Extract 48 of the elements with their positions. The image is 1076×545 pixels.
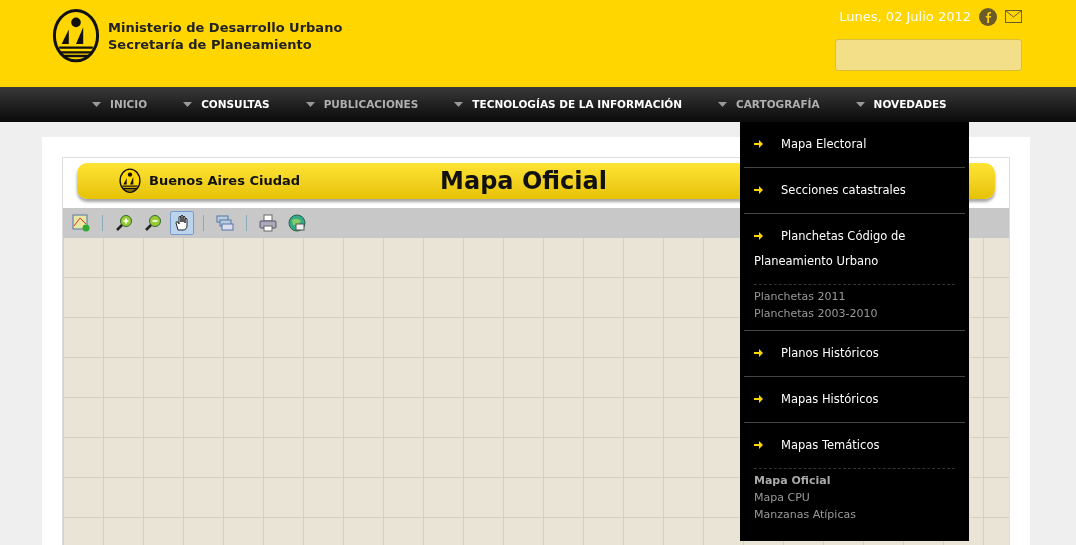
nav-link[interactable]: NOVEDADES xyxy=(855,96,947,113)
caret-icon xyxy=(305,102,315,107)
menu-item[interactable]: Mapas Temáticos xyxy=(744,423,965,468)
map-tool-button[interactable] xyxy=(285,211,309,235)
ministry-title: Ministerio de Desarrollo Urbano xyxy=(108,18,343,36)
zoom-out-icon xyxy=(144,214,162,232)
menu-item[interactable]: Planchetas Código de Planeamiento Urbano xyxy=(744,214,965,284)
menu-item[interactable]: Mapa Electoral xyxy=(744,122,965,167)
printer-icon xyxy=(259,214,277,232)
nav-link[interactable]: INICIO xyxy=(92,96,148,113)
facebook-icon[interactable] xyxy=(979,7,997,26)
date-text: Lunes, 02 Julio 2012 xyxy=(839,8,971,26)
menu-item[interactable]: Mapas Históricos xyxy=(744,377,965,422)
caret-icon xyxy=(92,102,101,107)
city-seal-logo xyxy=(52,8,100,64)
globe-icon xyxy=(288,214,306,232)
nav-link[interactable]: PUBLICACIONES xyxy=(305,96,419,113)
stacked-windows-icon xyxy=(216,214,234,232)
caret-icon xyxy=(454,102,464,107)
arrow-icon xyxy=(754,139,763,148)
hand-icon xyxy=(173,214,191,232)
city-seal-icon xyxy=(119,168,141,194)
nav-link[interactable]: CARTOGRAFÍA xyxy=(718,96,820,113)
submenu-link[interactable]: Mapa CPU xyxy=(754,489,955,506)
submenu-link[interactable]: Mapa Oficial xyxy=(754,472,955,489)
submenu-link[interactable]: Manzanas Atípicas xyxy=(754,506,955,523)
ministry-title: Secretaría de Planeamiento xyxy=(108,35,313,53)
arrow-icon xyxy=(754,185,763,194)
caret-icon xyxy=(718,102,728,107)
map-tool-button[interactable] xyxy=(170,211,194,235)
arrow-icon xyxy=(754,394,763,403)
menu-item[interactable]: Planos Históricos xyxy=(744,331,965,376)
search-field[interactable] xyxy=(835,38,1022,71)
caret-icon xyxy=(855,102,865,107)
arrow-icon xyxy=(754,231,763,240)
arrow-icon xyxy=(754,440,763,449)
submenu-link[interactable]: Planchetas 2003-2010 xyxy=(754,305,955,322)
caret-icon xyxy=(183,102,193,107)
arrow-icon xyxy=(754,348,763,357)
submenu-link[interactable]: Planchetas 2011 xyxy=(754,288,955,305)
nav-link[interactable]: CONSULTAS xyxy=(183,96,270,113)
nav-link[interactable]: TECNOLOGÍAS DE LA INFORMACIÓN xyxy=(454,96,683,113)
brand-text: Buenos Aires Ciudad xyxy=(149,172,301,191)
map-title: Mapa Oficial xyxy=(440,166,607,197)
mail-icon[interactable] xyxy=(1005,10,1022,24)
menu-item[interactable]: Secciones catastrales xyxy=(744,168,965,213)
zoom-in-icon xyxy=(115,214,133,232)
map-layers-icon xyxy=(72,214,90,232)
